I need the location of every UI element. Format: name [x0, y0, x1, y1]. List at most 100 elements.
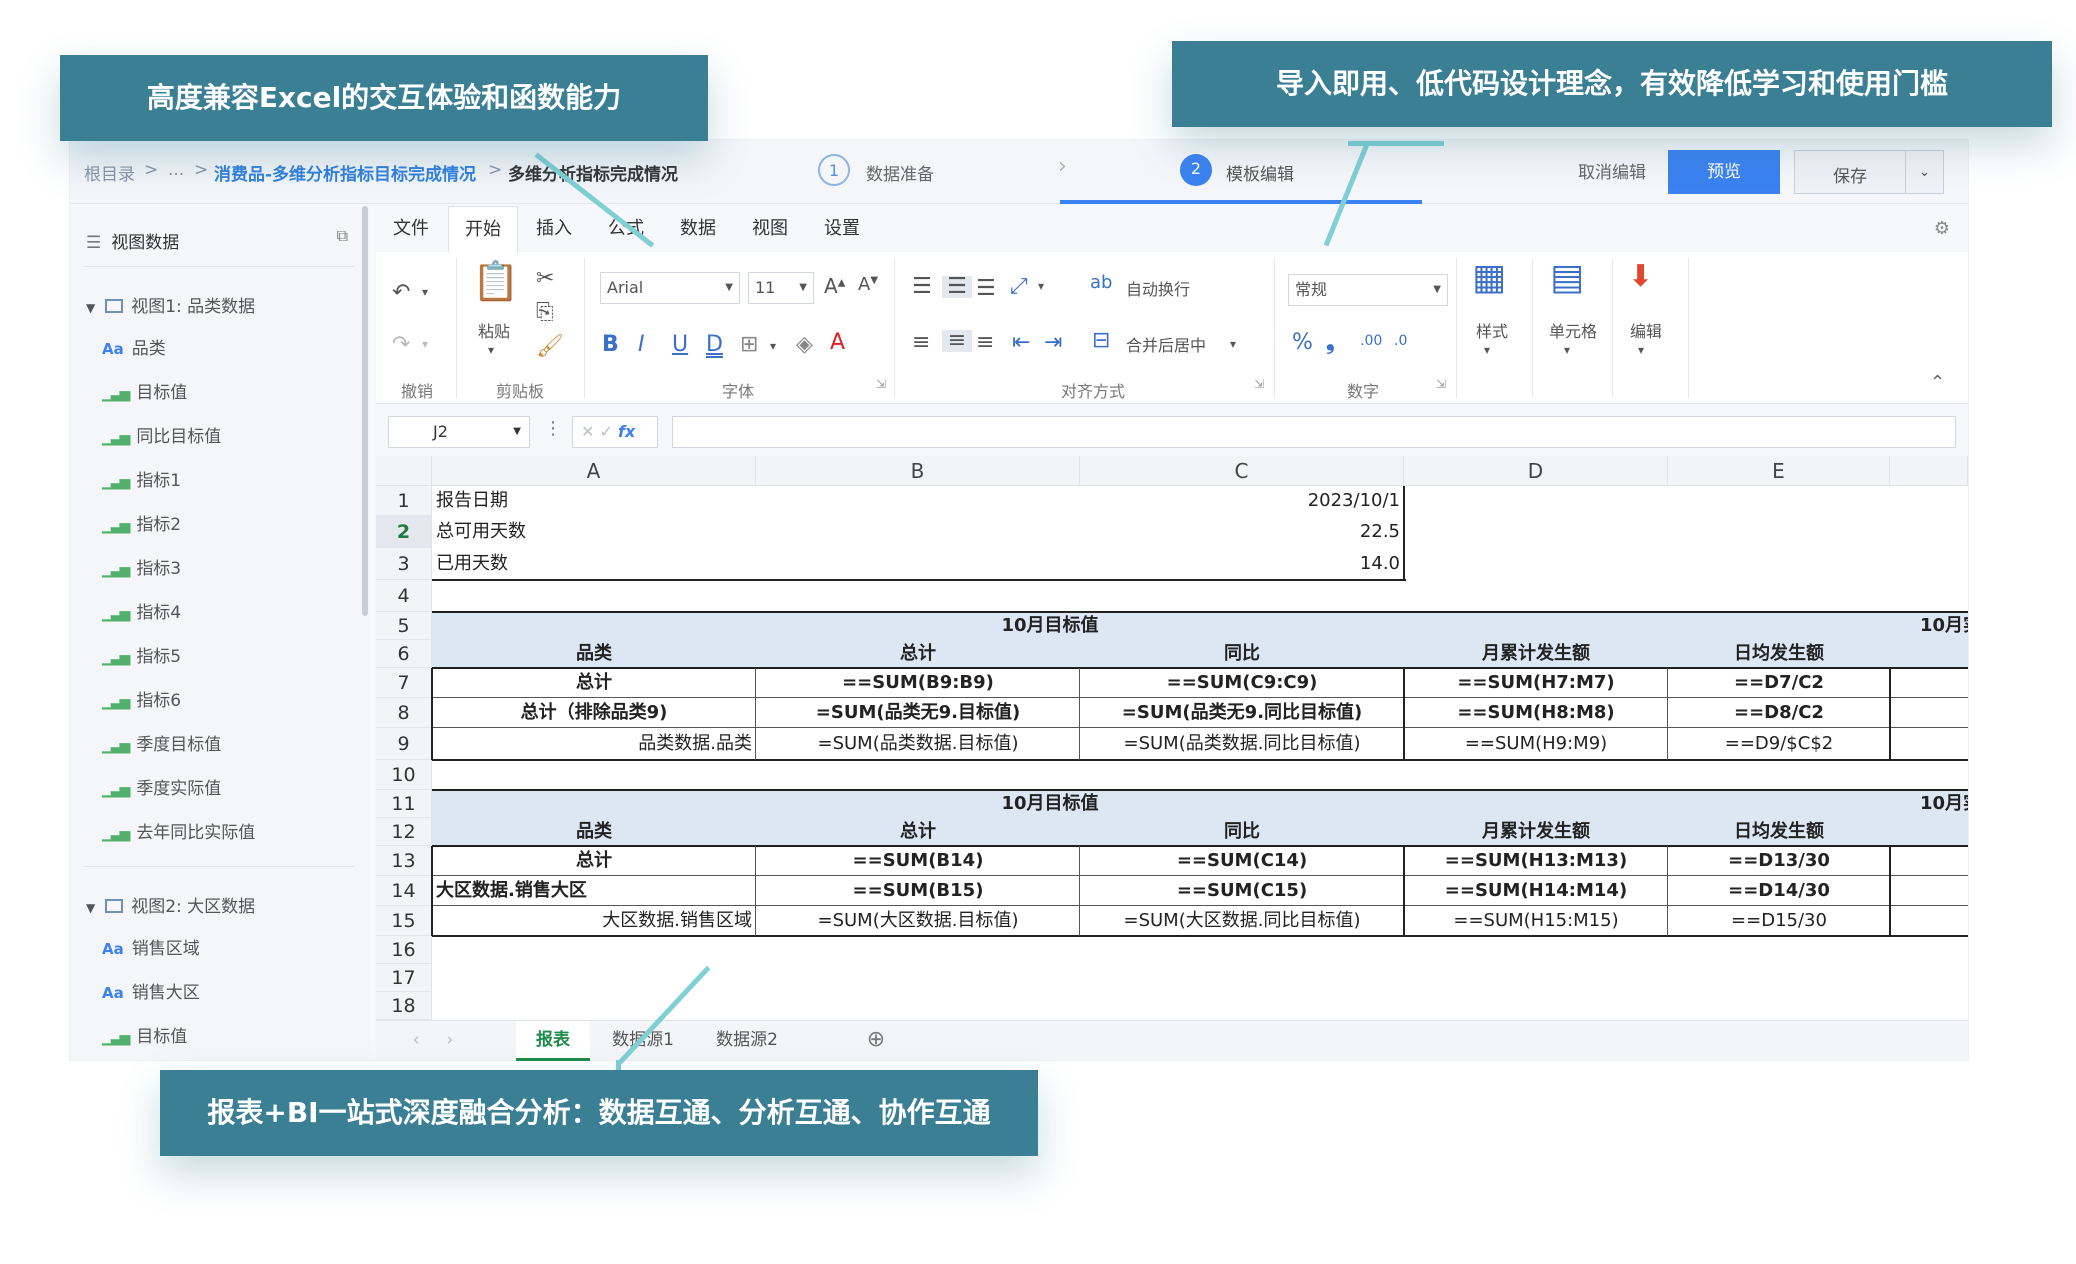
indent-decrease-icon[interactable]: ⇤	[1012, 332, 1030, 354]
edit-download-icon[interactable]: ⬇	[1628, 262, 1653, 292]
cell[interactable]: 10月目标值	[432, 612, 1668, 640]
decrease-font-icon[interactable]: A▼	[858, 276, 878, 294]
row-header[interactable]: 9	[376, 728, 432, 760]
column-header[interactable]: E	[1668, 456, 1890, 486]
tab-insert[interactable]: 插入	[522, 206, 586, 252]
cell[interactable]: =SUM(大区数据.目标值)	[756, 906, 1080, 936]
font-family-select[interactable]: Arial ▼	[600, 272, 740, 304]
cell[interactable]: ==SUM(C14)	[1080, 846, 1404, 876]
tab-view[interactable]: 视图	[738, 206, 802, 252]
cell[interactable]: ==SUM(H14:M14)	[1404, 876, 1668, 906]
italic-icon[interactable]: I	[638, 334, 645, 356]
cell[interactable]: 14.0	[1080, 548, 1404, 580]
row-header[interactable]: 7	[376, 668, 432, 698]
merge-center-icon[interactable]: ⊟	[1092, 330, 1110, 352]
cell[interactable]: 品类	[432, 640, 756, 668]
cancel-edit-button[interactable]: 取消编辑	[1578, 158, 1646, 183]
cell[interactable]: 同比	[1080, 818, 1404, 846]
row-header[interactable]: 10	[376, 760, 432, 790]
add-sheet-icon[interactable]: ⊕	[856, 1021, 896, 1061]
chevron-down-icon[interactable]: ▾	[770, 340, 776, 352]
indent-increase-icon[interactable]: ⇥	[1044, 332, 1062, 354]
bold-icon[interactable]: B	[602, 334, 619, 356]
cell[interactable]: 10月实	[1916, 612, 1968, 640]
align-left-icon[interactable]: ≡	[912, 332, 930, 354]
field-item[interactable]: ▁▃▅ 目标值	[102, 1022, 187, 1047]
row-header[interactable]: 16	[376, 936, 432, 964]
row-header[interactable]: 17	[376, 964, 432, 992]
cell-button[interactable]: 单元格	[1536, 318, 1610, 342]
field-item[interactable]: ▁▃▅ 指标5	[102, 642, 181, 667]
formula-input[interactable]	[672, 416, 1956, 448]
sheet-tab-report[interactable]: 报表	[516, 1021, 590, 1061]
field-item[interactable]: ▁▃▅ 同比目标值	[102, 422, 221, 447]
tab-settings[interactable]: 设置	[810, 206, 874, 252]
cell[interactable]: ==SUM(C15)	[1080, 876, 1404, 906]
row-header[interactable]: 18	[376, 992, 432, 1020]
step-1-circle[interactable]: 1	[818, 154, 850, 186]
chevron-left-icon[interactable]: ‹	[406, 1021, 426, 1061]
row-header[interactable]: 11	[376, 790, 432, 818]
tree-view-1[interactable]: ▼ 视图1: 品类数据	[86, 292, 255, 317]
step-1-label[interactable]: 数据准备	[866, 160, 934, 185]
chevron-down-icon[interactable]: ▾	[1638, 344, 1644, 356]
cell[interactable]: 已用天数	[432, 548, 756, 580]
select-all-corner[interactable]	[376, 456, 432, 486]
field-item[interactable]: ▁▃▅ 去年同比实际值	[102, 818, 255, 843]
save-button[interactable]: 保存 ⌄	[1794, 150, 1944, 194]
cell[interactable]: ==SUM(B15)	[756, 876, 1080, 906]
field-item[interactable]: ▁▃▅ 目标值	[102, 378, 187, 403]
cell[interactable]: =SUM(品类数据.同比目标值)	[1080, 728, 1404, 760]
gear-icon[interactable]: ⚙	[1922, 206, 1962, 252]
chevron-down-icon[interactable]: ▾	[422, 286, 428, 298]
cell[interactable]: ==SUM(B9:B9)	[756, 668, 1080, 698]
cell[interactable]: ==SUM(H13:M13)	[1404, 846, 1668, 876]
cell[interactable]: 月累计发生额	[1404, 818, 1668, 846]
increase-decimal-icon[interactable]: .00	[1360, 334, 1382, 348]
tab-file[interactable]: 文件	[382, 206, 440, 252]
cell[interactable]: =SUM(品类无9.目标值)	[756, 698, 1080, 728]
cell[interactable]: =SUM(大区数据.同比目标值)	[1080, 906, 1404, 936]
more-vertical-icon[interactable]: ⋮	[544, 420, 562, 438]
align-bottom-icon[interactable]: ☰	[976, 278, 996, 300]
decrease-decimal-icon[interactable]: .0	[1394, 334, 1407, 348]
row-header[interactable]: 14	[376, 876, 432, 906]
chevron-down-icon[interactable]: ▾	[1038, 280, 1044, 292]
cell[interactable]: 品类	[432, 818, 756, 846]
cell[interactable]: 总计	[756, 818, 1080, 846]
style-icon[interactable]: ▦	[1472, 260, 1506, 296]
field-item[interactable]: ▁▃▅ 季度实际值	[102, 774, 221, 799]
cell[interactable]: 大区数据.销售区域	[432, 906, 756, 936]
row-header[interactable]: 1	[376, 486, 432, 516]
cell[interactable]: =SUM(品类数据.目标值)	[756, 728, 1080, 760]
double-underline-icon[interactable]: D	[706, 334, 723, 356]
cut-icon[interactable]: ✂	[536, 268, 554, 290]
collapse-ribbon-icon[interactable]: ⌃	[1930, 374, 1945, 392]
column-header[interactable]: D	[1404, 456, 1668, 486]
row-header[interactable]: 8	[376, 698, 432, 728]
column-header[interactable]: A	[432, 456, 756, 486]
wrap-text-icon[interactable]: ab	[1090, 274, 1112, 292]
align-top-icon[interactable]: ☰	[912, 276, 932, 298]
cell[interactable]: 10月目标值	[432, 790, 1668, 818]
cell[interactable]: ==D9/$C$2	[1668, 728, 1890, 760]
paste-icon[interactable]: 📋	[472, 262, 519, 300]
chevron-right-icon[interactable]: ›	[440, 1021, 460, 1061]
wrap-text-button[interactable]: 自动换行	[1126, 276, 1190, 300]
field-item[interactable]: ▁▃▅ 指标2	[102, 510, 181, 535]
cell[interactable]: ==D8/C2	[1668, 698, 1890, 728]
row-header[interactable]: 4	[376, 580, 432, 612]
chevron-down-icon[interactable]: ⌄	[1905, 151, 1943, 193]
column-header[interactable]: B	[756, 456, 1080, 486]
field-item[interactable]: ▁▃▅ 季度目标值	[102, 730, 221, 755]
cell[interactable]: 总计	[432, 846, 756, 876]
cell[interactable]: 2023/10/1	[1080, 486, 1404, 516]
cell[interactable]: ==SUM(C9:C9)	[1080, 668, 1404, 698]
step-2-label[interactable]: 模板编辑	[1226, 160, 1294, 185]
chevron-down-icon[interactable]: ▾	[488, 344, 494, 356]
row-header[interactable]: 3	[376, 548, 432, 580]
align-middle-icon[interactable]: ☰	[942, 276, 972, 298]
chevron-down-icon[interactable]: ▾	[1564, 344, 1570, 356]
collapse-panel-icon[interactable]: ⧉	[337, 226, 348, 246]
field-item[interactable]: ▁▃▅ 指标1	[102, 466, 181, 491]
